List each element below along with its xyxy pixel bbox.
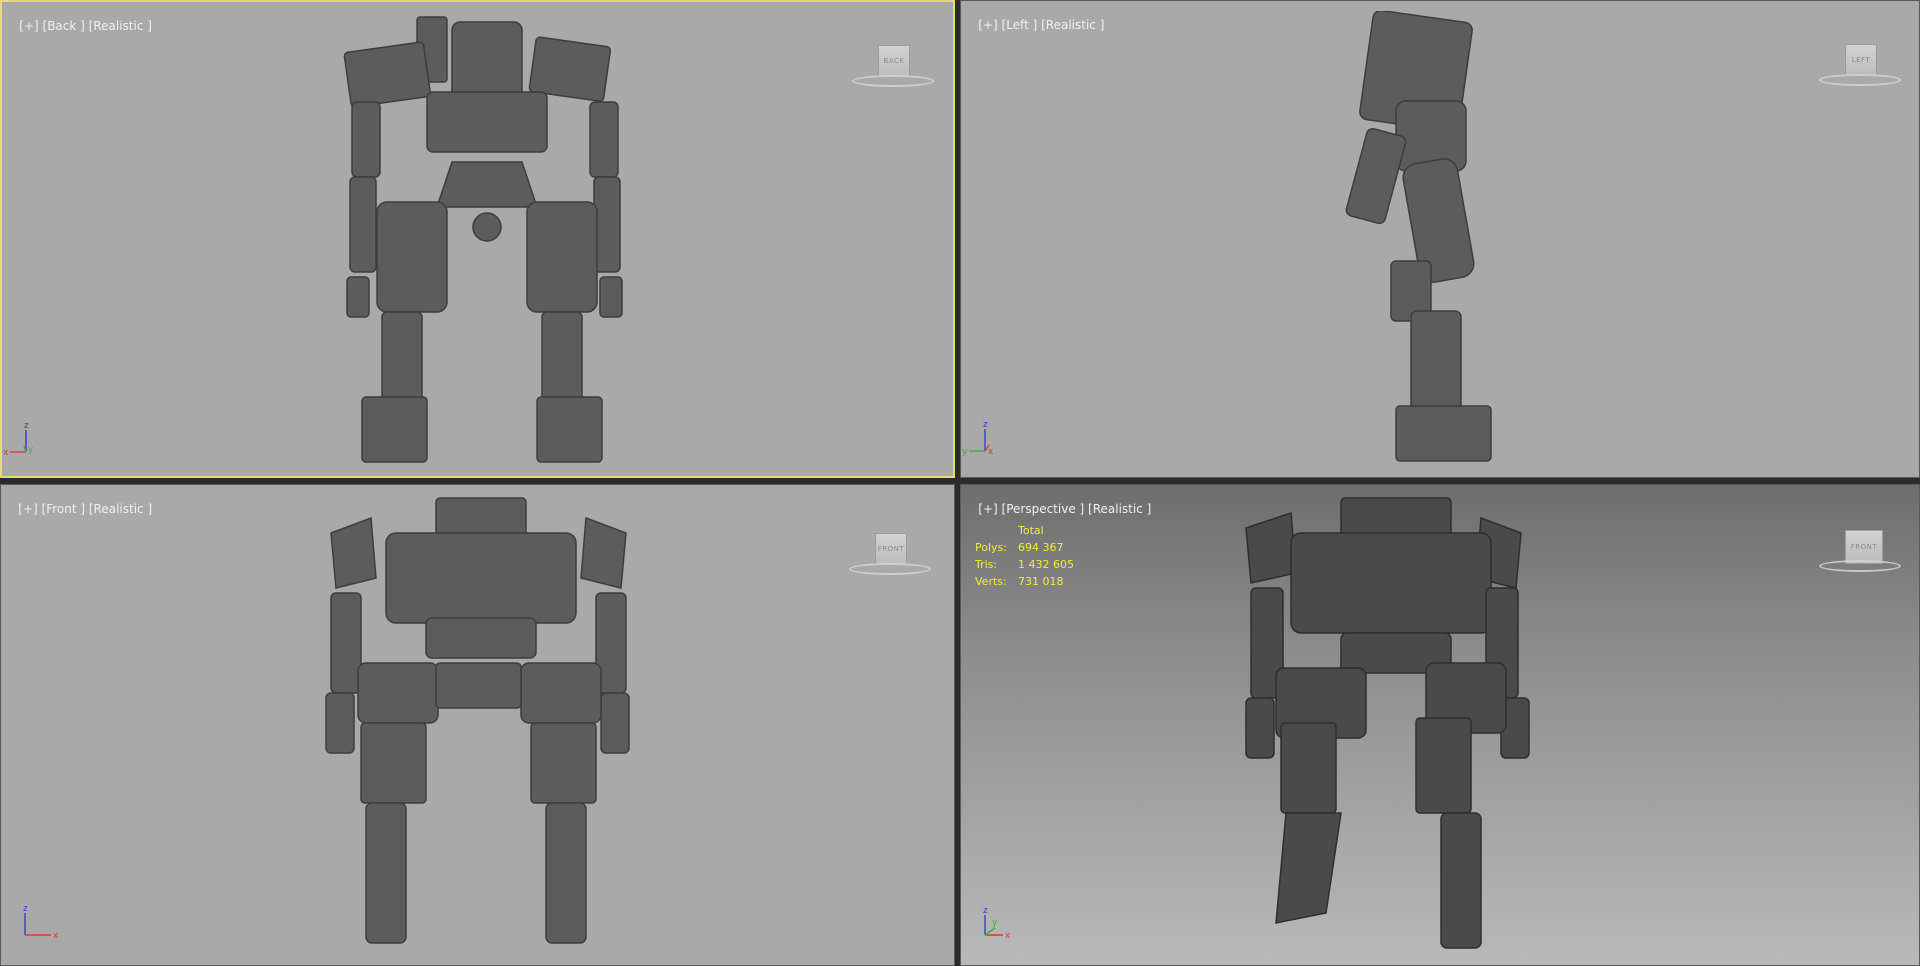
axis-z-label: z [983, 906, 988, 916]
viewcube-face[interactable]: FRONT [1845, 530, 1883, 564]
stats-row-tris: Tris: 1 432 605 [975, 556, 1074, 573]
stats-title: Total [1018, 524, 1044, 537]
axis-y-label: y [992, 918, 998, 928]
view-mode-label[interactable]: [Perspective ] [1002, 502, 1085, 516]
viewport-perspective[interactable]: [+] [Perspective ] [Realistic ] Total Po… [960, 484, 1920, 966]
view-mode-label[interactable]: [Front ] [42, 502, 86, 516]
viewport-menu-button[interactable]: [+] [19, 19, 38, 33]
shading-mode-label[interactable]: [Realistic ] [89, 19, 152, 33]
viewport-front-label: [+] [Front ] [Realistic ] [3, 488, 152, 530]
axis-x-label: x [53, 931, 59, 941]
view-mode-label[interactable]: [Back ] [43, 19, 85, 33]
robot-model-perspective[interactable] [1231, 493, 1561, 958]
viewcube[interactable]: LEFT [1819, 34, 1909, 104]
axis-y-label: y [28, 445, 34, 455]
axis-gizmo: z y x [962, 420, 994, 457]
axis-gizmo: z x [23, 904, 59, 941]
axis-z-label: z [24, 421, 29, 431]
viewcube-compass-ring[interactable] [1819, 74, 1901, 86]
robot-model-left[interactable] [1341, 11, 1521, 471]
viewport-back[interactable]: [+] [Back ] [Realistic ] BACK z x y [0, 0, 955, 478]
axis-gizmo: z x y [3, 421, 34, 458]
viewcube-compass-ring[interactable] [1819, 560, 1901, 572]
viewport-back-label: [+] [Back ] [Realistic ] [4, 5, 152, 47]
viewcube-compass-ring[interactable] [849, 563, 931, 575]
viewcube-face[interactable]: FRONT [875, 533, 907, 565]
view-mode-label[interactable]: [Left ] [1002, 18, 1038, 32]
viewport-menu-button[interactable]: [+] [978, 502, 997, 516]
viewport-left-label: [+] [Left ] [Realistic ] [963, 4, 1104, 46]
axis-z-label: z [23, 904, 28, 914]
stats-value: 731 018 [1018, 575, 1064, 588]
axis-gizmo: z y x [983, 906, 1011, 941]
viewport-menu-button[interactable]: [+] [978, 18, 997, 32]
scene-statistics: Total Polys: 694 367 Tris: 1 432 605 Ver… [975, 522, 1074, 590]
viewport-front[interactable]: [+] [Front ] [Realistic ] FRONT z x [0, 484, 955, 966]
robot-model-front[interactable] [306, 493, 651, 953]
viewcube[interactable]: FRONT [849, 523, 939, 593]
axis-x-label: x [3, 448, 9, 458]
axis-x-label: x [1005, 931, 1011, 941]
robot-model-back[interactable] [332, 12, 662, 472]
stats-row-verts: Verts: 731 018 [975, 573, 1074, 590]
stats-row-polys: Polys: 694 367 [975, 539, 1074, 556]
viewcube-face[interactable]: LEFT [1845, 44, 1877, 76]
viewport-left[interactable]: [+] [Left ] [Realistic ] LEFT z y x [960, 0, 1920, 478]
shading-mode-label[interactable]: [Realistic ] [1088, 502, 1151, 516]
stats-value: 1 432 605 [1018, 558, 1074, 571]
shading-mode-label[interactable]: [Realistic ] [1041, 18, 1104, 32]
stats-label: Verts: [975, 575, 1007, 588]
stats-label: Polys: [975, 541, 1007, 554]
viewcube[interactable]: FRONT [1819, 520, 1909, 590]
stats-value: 694 367 [1018, 541, 1064, 554]
shading-mode-label[interactable]: [Realistic ] [89, 502, 152, 516]
viewport-menu-button[interactable]: [+] [18, 502, 37, 516]
axis-y-label: y [962, 447, 968, 457]
axis-z-label: z [983, 420, 988, 430]
viewcube-compass-ring[interactable] [852, 75, 934, 87]
stats-label: Tris: [975, 558, 998, 571]
viewcube[interactable]: BACK [852, 35, 942, 105]
axis-x-label: x [988, 447, 994, 457]
viewcube-face[interactable]: BACK [878, 45, 910, 77]
